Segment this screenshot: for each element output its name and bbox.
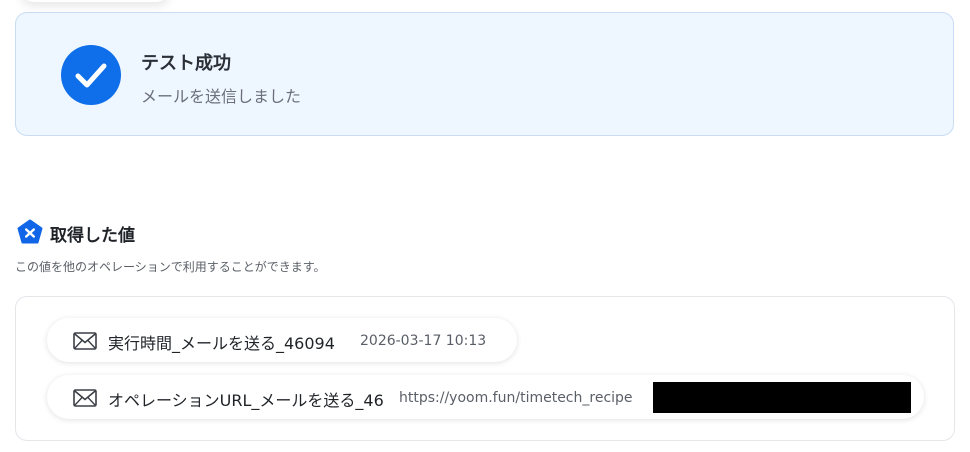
section-title: 取得した値 <box>50 226 135 246</box>
value-data: https://yoom.fun/timetech_recipe <box>399 390 633 406</box>
obtained-values-list: 実行時間_メールを送る_46094 2026-03-17 10:13 オペレーシ… <box>15 296 955 441</box>
value-item-execution-time[interactable]: 実行時間_メールを送る_46094 2026-03-17 10:13 <box>47 318 517 362</box>
value-item-operation-url[interactable]: オペレーションURL_メールを送る_46 https://yoom.fun/ti… <box>47 375 924 419</box>
value-label: 実行時間_メールを送る_46094 <box>108 334 335 353</box>
redaction-bar <box>653 382 911 413</box>
mail-icon <box>73 389 97 407</box>
success-title: テスト成功 <box>141 53 231 74</box>
section-description: この値を他のオペレーションで利用することができます。 <box>15 260 326 274</box>
success-message: メールを送信しました <box>141 87 302 106</box>
previous-panel-edge <box>20 0 170 2</box>
value-label: オペレーションURL_メールを送る_46 <box>108 391 384 410</box>
mail-icon <box>73 332 97 350</box>
value-data: 2026-03-17 10:13 <box>360 333 487 349</box>
test-success-banner: テスト成功 メールを送信しました <box>15 12 954 136</box>
yoom-badge-icon <box>17 219 43 245</box>
check-icon <box>61 45 121 105</box>
